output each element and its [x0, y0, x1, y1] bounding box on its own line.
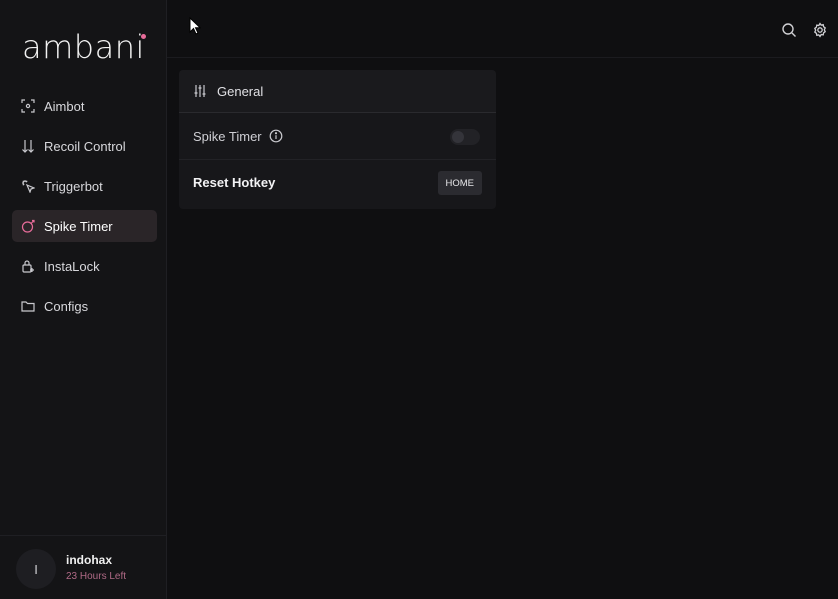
sidebar-item-configs[interactable]: Configs: [12, 290, 157, 322]
user-panel: I indohax 23 Hours Left: [0, 535, 166, 599]
sidebar-item-instalock[interactable]: InstaLock: [12, 250, 157, 282]
card-header-general: General: [179, 70, 496, 113]
search-icon[interactable]: [781, 22, 797, 38]
app-logo: ambani: [22, 28, 145, 66]
toggle-knob: [452, 131, 464, 143]
lock-icon: [21, 259, 35, 273]
username: indohax: [66, 553, 113, 567]
setting-row-spike-timer: Spike Timer: [179, 113, 496, 159]
gear-icon[interactable]: [812, 22, 828, 38]
logo-accent-dot: [141, 34, 146, 39]
card-title: General: [217, 83, 264, 99]
arrows-down-icon: [21, 139, 35, 153]
spike-timer-toggle[interactable]: [450, 129, 480, 145]
sidebar: ambani Aimbot Recoil Control Triggerbot …: [0, 0, 167, 599]
settings-card: General Spike Timer Reset Hotkey HOME: [179, 70, 496, 209]
sidebar-item-label: Aimbot: [44, 98, 85, 114]
pointer-click-icon: [21, 179, 35, 193]
hotkey-button[interactable]: HOME: [437, 171, 482, 195]
sidebar-nav: Aimbot Recoil Control Triggerbot Spike T…: [12, 90, 157, 330]
mouse-cursor-icon: [189, 17, 201, 35]
folder-icon: [21, 299, 35, 313]
sidebar-item-spike-timer[interactable]: Spike Timer: [12, 210, 157, 242]
subscription-time-left: 23 Hours Left: [66, 571, 127, 582]
sliders-icon: [193, 84, 207, 98]
avatar[interactable]: I: [16, 549, 56, 589]
sidebar-item-triggerbot[interactable]: Triggerbot: [12, 170, 157, 202]
sidebar-item-label: Triggerbot: [44, 178, 103, 194]
sidebar-item-label: Spike Timer: [44, 218, 113, 234]
sidebar-item-aimbot[interactable]: Aimbot: [12, 90, 157, 122]
spike-icon: [21, 219, 35, 233]
crosshair-focus-icon: [21, 99, 35, 113]
topbar: [167, 0, 838, 58]
setting-row-reset-hotkey: Reset Hotkey HOME: [179, 159, 496, 205]
sidebar-item-recoil-control[interactable]: Recoil Control: [12, 130, 157, 162]
sidebar-item-label: InstaLock: [44, 258, 100, 274]
setting-label: Reset Hotkey: [193, 175, 276, 190]
sidebar-item-label: Recoil Control: [44, 138, 126, 154]
sidebar-item-label: Configs: [44, 298, 89, 314]
info-icon[interactable]: [269, 129, 283, 143]
setting-label: Spike Timer: [193, 128, 262, 144]
